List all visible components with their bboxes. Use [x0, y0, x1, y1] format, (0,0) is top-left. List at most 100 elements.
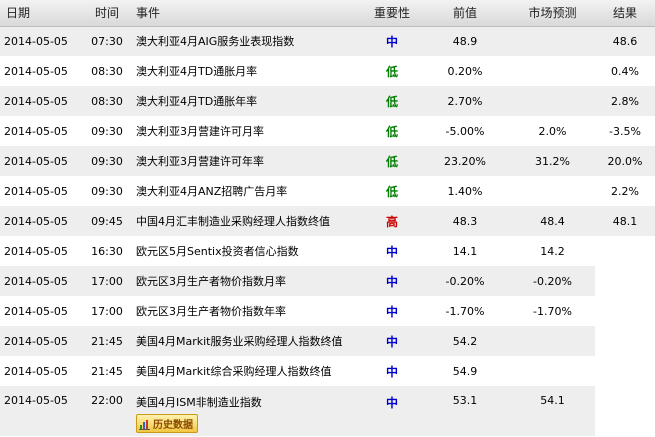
row-result: 48.1	[595, 206, 655, 236]
row-time: 21:45	[84, 326, 130, 356]
row-importance: 低	[364, 146, 420, 176]
row-event-label: 美国4月ISM非制造业指数	[136, 396, 262, 409]
row-event: 澳大利亚3月营建许可年率	[130, 146, 364, 176]
table-row: 2014-05-05 21:45 美国4月Markit综合采购经理人指数终值 中…	[0, 356, 655, 386]
economic-calendar-table: 日期 时间 事件 重要性 前值 市场预测 结果 2014-05-05 07:30…	[0, 0, 655, 436]
table-row: 2014-05-05 08:30 澳大利亚4月TD通胀年率 低 2.70% 2.…	[0, 86, 655, 116]
row-time: 21:45	[84, 356, 130, 386]
row-date: 2014-05-05	[0, 386, 84, 436]
header-importance: 重要性	[364, 0, 420, 27]
row-importance: 低	[364, 176, 420, 206]
row-previous: -5.00%	[420, 116, 510, 146]
row-date: 2014-05-05	[0, 206, 84, 236]
row-result	[595, 266, 655, 296]
row-date: 2014-05-05	[0, 176, 84, 206]
row-importance: 低	[364, 86, 420, 116]
row-event: 中国4月汇丰制造业采购经理人指数终值	[130, 206, 364, 236]
row-result: 0.4%	[595, 56, 655, 86]
row-time: 17:00	[84, 266, 130, 296]
row-previous: 14.1	[420, 236, 510, 266]
row-forecast	[510, 26, 595, 56]
header-forecast: 市场预测	[510, 0, 595, 27]
table-row: 2014-05-05 08:30 澳大利亚4月TD通胀月率 低 0.20% 0.…	[0, 56, 655, 86]
row-forecast	[510, 56, 595, 86]
header-result: 结果	[595, 0, 655, 27]
row-date: 2014-05-05	[0, 356, 84, 386]
table-row: 2014-05-05 07:30 澳大利亚4月AIG服务业表现指数 中 48.9…	[0, 26, 655, 56]
row-date: 2014-05-05	[0, 56, 84, 86]
row-previous: 48.3	[420, 206, 510, 236]
row-importance: 中	[364, 266, 420, 296]
row-time: 09:45	[84, 206, 130, 236]
row-result	[595, 356, 655, 386]
row-date: 2014-05-05	[0, 86, 84, 116]
row-time: 07:30	[84, 26, 130, 56]
row-previous: 53.1	[420, 386, 510, 436]
row-importance: 中	[364, 326, 420, 356]
row-time: 09:30	[84, 146, 130, 176]
row-previous: 23.20%	[420, 146, 510, 176]
row-time: 09:30	[84, 176, 130, 206]
row-forecast	[510, 86, 595, 116]
row-forecast: 54.1	[510, 386, 595, 436]
row-event: 美国4月ISM非制造业指数历史数据	[130, 386, 364, 436]
row-event: 欧元区5月Sentix投资者信心指数	[130, 236, 364, 266]
row-forecast: -1.70%	[510, 296, 595, 326]
row-forecast	[510, 326, 595, 356]
header-event: 事件	[130, 0, 364, 27]
row-date: 2014-05-05	[0, 116, 84, 146]
row-date: 2014-05-05	[0, 146, 84, 176]
row-previous: 48.9	[420, 26, 510, 56]
table-row: 2014-05-05 22:00 美国4月ISM非制造业指数 历史数据 中 53.…	[0, 386, 655, 436]
row-result	[595, 386, 655, 436]
header-time: 时间	[84, 0, 130, 27]
table-row: 2014-05-05 16:30 欧元区5月Sentix投资者信心指数 中 14…	[0, 236, 655, 266]
row-time: 16:30	[84, 236, 130, 266]
row-forecast: -0.20%	[510, 266, 595, 296]
row-forecast: 48.4	[510, 206, 595, 236]
row-result: 2.8%	[595, 86, 655, 116]
table-row: 2014-05-05 17:00 欧元区3月生产者物价指数年率 中 -1.70%…	[0, 296, 655, 326]
row-result: 20.0%	[595, 146, 655, 176]
row-result: -3.5%	[595, 116, 655, 146]
row-event: 美国4月Markit综合采购经理人指数终值	[130, 356, 364, 386]
row-previous: 1.40%	[420, 176, 510, 206]
row-previous: 0.20%	[420, 56, 510, 86]
row-time: 17:00	[84, 296, 130, 326]
row-importance: 低	[364, 56, 420, 86]
row-result: 2.2%	[595, 176, 655, 206]
row-event: 欧元区3月生产者物价指数月率	[130, 266, 364, 296]
row-date: 2014-05-05	[0, 26, 84, 56]
history-data-button[interactable]: 历史数据	[136, 414, 198, 433]
row-previous: -1.70%	[420, 296, 510, 326]
row-result	[595, 326, 655, 356]
row-time: 22:00	[84, 386, 130, 436]
header-previous: 前值	[420, 0, 510, 27]
row-event: 澳大利亚4月TD通胀月率	[130, 56, 364, 86]
row-importance: 中	[364, 296, 420, 326]
row-time: 08:30	[84, 86, 130, 116]
row-previous: 54.9	[420, 356, 510, 386]
row-date: 2014-05-05	[0, 236, 84, 266]
row-previous: -0.20%	[420, 266, 510, 296]
row-time: 08:30	[84, 56, 130, 86]
row-forecast: 31.2%	[510, 146, 595, 176]
row-forecast	[510, 176, 595, 206]
row-result	[595, 296, 655, 326]
row-forecast	[510, 356, 595, 386]
history-data-label: 历史数据	[153, 420, 193, 431]
header-date: 日期	[0, 0, 84, 27]
row-importance: 低	[364, 116, 420, 146]
table-row: 2014-05-05 17:00 欧元区3月生产者物价指数月率 中 -0.20%…	[0, 266, 655, 296]
row-importance: 中	[364, 236, 420, 266]
table-row: 2014-05-05 21:45 美国4月Markit服务业采购经理人指数终值 …	[0, 326, 655, 356]
row-forecast: 14.2	[510, 236, 595, 266]
row-event: 澳大利亚3月营建许可月率	[130, 116, 364, 146]
row-importance: 中	[364, 26, 420, 56]
table-row: 2014-05-05 09:30 澳大利亚4月ANZ招聘广告月率 低 1.40%…	[0, 176, 655, 206]
row-date: 2014-05-05	[0, 326, 84, 356]
row-event: 澳大利亚4月TD通胀年率	[130, 86, 364, 116]
row-result: 48.6	[595, 26, 655, 56]
row-event: 澳大利亚4月ANZ招聘广告月率	[130, 176, 364, 206]
row-importance: 中	[364, 356, 420, 386]
